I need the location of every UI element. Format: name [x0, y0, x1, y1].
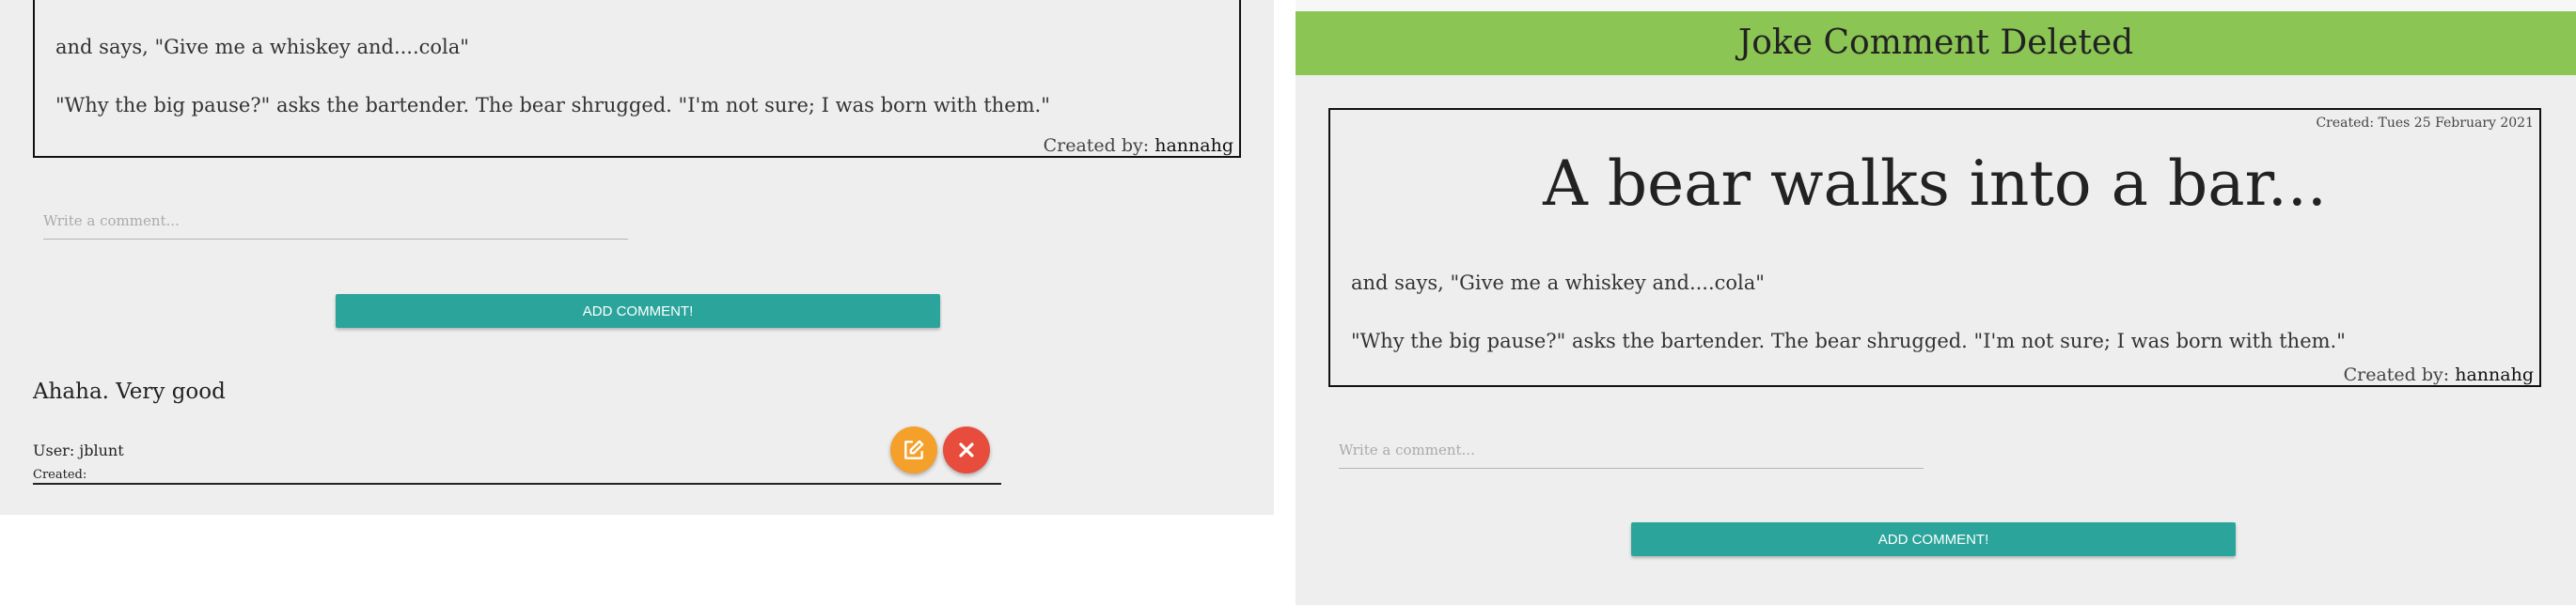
- comment-created: Created:: [33, 468, 87, 482]
- edit-comment-button[interactable]: [890, 427, 937, 473]
- joke-body-line-1: and says, "Give me a whiskey and....cola…: [55, 36, 469, 58]
- created-by-label: Created by:: [1043, 135, 1150, 156]
- created-by-user: hannahg: [2455, 365, 2534, 385]
- add-comment-button[interactable]: ADD COMMENT!: [336, 294, 940, 328]
- joke-body-line-2: "Why the big pause?" asks the bartender.…: [1351, 330, 2346, 352]
- joke-view-panel-left: and says, "Give me a whiskey and....cola…: [0, 0, 1274, 515]
- close-icon: [959, 442, 974, 458]
- comment-input[interactable]: [1339, 442, 1924, 469]
- comment-text: Ahaha. Very good: [33, 380, 226, 404]
- joke-created-date: Created: Tues 25 February 2021: [2316, 116, 2534, 131]
- created-by-label: Created by:: [2343, 365, 2450, 385]
- joke-title: A bear walks into a bar...: [1543, 147, 2327, 220]
- edit-icon: [904, 440, 924, 459]
- joke-created-by: Created by: hannahg: [2344, 365, 2534, 385]
- joke-view-panel-right: Joke Comment Deleted Created: Tues 25 Fe…: [1296, 0, 2576, 605]
- status-banner: Joke Comment Deleted: [1296, 11, 2576, 75]
- comment-input[interactable]: [43, 212, 628, 240]
- joke-body-line-2: "Why the big pause?" asks the bartender.…: [55, 94, 1050, 116]
- add-comment-button[interactable]: ADD COMMENT!: [1631, 522, 2236, 556]
- joke-card: Created: Tues 25 February 2021 A bear wa…: [1328, 108, 2541, 387]
- comment-user: User: jblunt: [33, 442, 124, 459]
- top-strip: [1296, 0, 2576, 11]
- created-by-user: hannahg: [1154, 135, 1233, 156]
- delete-comment-button[interactable]: [943, 427, 990, 473]
- joke-created-by: Created by: hannahg: [1044, 135, 1233, 156]
- comment-divider: [33, 483, 1001, 485]
- joke-card: and says, "Give me a whiskey and....cola…: [33, 0, 1241, 158]
- joke-body-line-1: and says, "Give me a whiskey and....cola…: [1351, 271, 1765, 294]
